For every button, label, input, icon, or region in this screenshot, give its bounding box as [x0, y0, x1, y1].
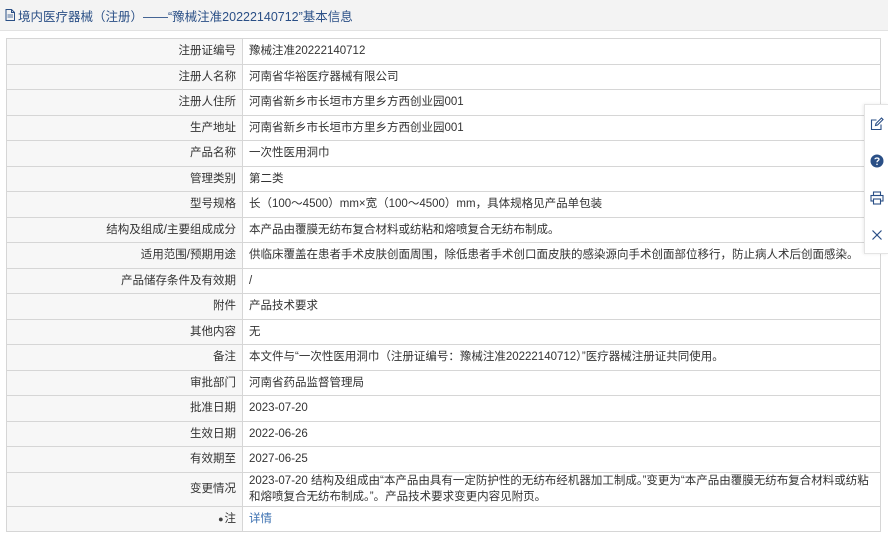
row-label: 注册人名称 [6, 63, 243, 90]
table-row-remark: 备注 本文件与“一次性医用洞巾（注册证编号：豫械注准20222140712）”医… [6, 344, 881, 371]
table-row-effective-date: 生效日期 2022-06-26 [6, 420, 881, 447]
row-value: 2023-07-20 结构及组成由“本产品由具有一定防护性的无纺布经机器加工制成… [242, 471, 881, 507]
row-value: 供临床覆盖在患者手术皮肤创面周围，除低患者手术创口面皮肤的感染源向手术创面部位移… [242, 242, 881, 269]
row-value: 河南省新乡市长垣市方里乡方西创业园001 [242, 89, 881, 116]
row-value: 本产品由覆膜无纺布复合材料或纺粘和熔喷复合无纺布制成。 [242, 216, 881, 243]
row-value: 产品技术要求 [242, 293, 881, 320]
table-row-production-address: 生产地址 河南省新乡市长垣市方里乡方西创业园001 [6, 114, 881, 141]
document-icon [5, 9, 15, 21]
row-value: 一次性医用洞巾 [242, 140, 881, 167]
row-label: 产品储存条件及有效期 [6, 267, 243, 294]
table-row-registrant-address: 注册人住所 河南省新乡市长垣市方里乡方西创业园001 [6, 89, 881, 116]
row-label: 变更情况 [6, 471, 243, 507]
row-label: 生产地址 [6, 114, 243, 141]
table-row-approval-date: 批准日期 2023-07-20 [6, 395, 881, 422]
pin-icon: ● [218, 513, 224, 524]
help-icon[interactable] [869, 153, 885, 169]
table-row-category: 管理类别 第二类 [6, 165, 881, 192]
table-row-storage: 产品储存条件及有效期 / [6, 267, 881, 294]
row-label: 批准日期 [6, 395, 243, 422]
row-value: / [242, 267, 881, 294]
row-label: 生效日期 [6, 420, 243, 447]
row-label: 审批部门 [6, 369, 243, 396]
print-icon[interactable] [869, 190, 885, 206]
row-value: 2023-07-20 [242, 395, 881, 422]
row-value: 河南省新乡市长垣市方里乡方西创业园001 [242, 114, 881, 141]
row-value: 河南省药品监督管理局 [242, 369, 881, 396]
row-label: 型号规格 [6, 191, 243, 218]
row-value: 第二类 [242, 165, 881, 192]
row-value: 长（100～4500）mm×宽（100～4500）mm，具体规格见产品单包装 [242, 191, 881, 218]
table-row-other: 其他内容 无 [6, 318, 881, 345]
row-value: 本文件与“一次性医用洞巾（注册证编号：豫械注准20222140712）”医疗器械… [242, 344, 881, 371]
row-label: 有效期至 [6, 446, 243, 473]
page-header: 境内医疗器械（注册）——“豫械注准20222140712”基本信息 [0, 0, 888, 31]
table-row-note: ●注 详情 [6, 505, 881, 532]
row-label: 结构及组成/主要组成成分 [6, 216, 243, 243]
table-row-intended-use: 适用范围/预期用途 供临床覆盖在患者手术皮肤创面周围，除低患者手术创口面皮肤的感… [6, 242, 881, 269]
row-label: ●注 [6, 505, 243, 532]
row-label: 产品名称 [6, 140, 243, 167]
page-title: 境内医疗器械（注册）——“豫械注准20222140712”基本信息 [18, 9, 353, 24]
info-table: 注册证编号 豫械注准20222140712 注册人名称 河南省华裕医疗器械有限公… [6, 38, 881, 532]
row-label: 适用范围/预期用途 [6, 242, 243, 269]
table-row-reg-no: 注册证编号 豫械注准20222140712 [6, 38, 881, 65]
edit-icon[interactable] [869, 116, 885, 132]
table-row-change-history: 变更情况 2023-07-20 结构及组成由“本产品由具有一定防护性的无纺布经机… [6, 471, 881, 507]
row-value: 2027-06-25 [242, 446, 881, 473]
row-label: 附件 [6, 293, 243, 320]
row-value: 无 [242, 318, 881, 345]
row-value: 豫械注准20222140712 [242, 38, 881, 65]
close-icon[interactable] [869, 227, 885, 243]
row-label: 注册人住所 [6, 89, 243, 116]
table-row-product-name: 产品名称 一次性医用洞巾 [6, 140, 881, 167]
table-row-expiry-date: 有效期至 2027-06-25 [6, 446, 881, 473]
table-row-approval-dept: 审批部门 河南省药品监督管理局 [6, 369, 881, 396]
note-label: 注 [224, 512, 237, 525]
row-label: 备注 [6, 344, 243, 371]
table-row-attachment: 附件 产品技术要求 [6, 293, 881, 320]
details-link[interactable]: 详情 [249, 513, 272, 525]
side-toolbar [864, 104, 888, 254]
row-value: 河南省华裕医疗器械有限公司 [242, 63, 881, 90]
row-label: 其他内容 [6, 318, 243, 345]
table-row-model-spec: 型号规格 长（100～4500）mm×宽（100～4500）mm，具体规格见产品… [6, 191, 881, 218]
row-label: 管理类别 [6, 165, 243, 192]
row-value: 详情 [242, 505, 881, 532]
table-row-registrant: 注册人名称 河南省华裕医疗器械有限公司 [6, 63, 881, 90]
table-row-structure: 结构及组成/主要组成成分 本产品由覆膜无纺布复合材料或纺粘和熔喷复合无纺布制成。 [6, 216, 881, 243]
row-label: 注册证编号 [6, 38, 243, 65]
row-value: 2022-06-26 [242, 420, 881, 447]
